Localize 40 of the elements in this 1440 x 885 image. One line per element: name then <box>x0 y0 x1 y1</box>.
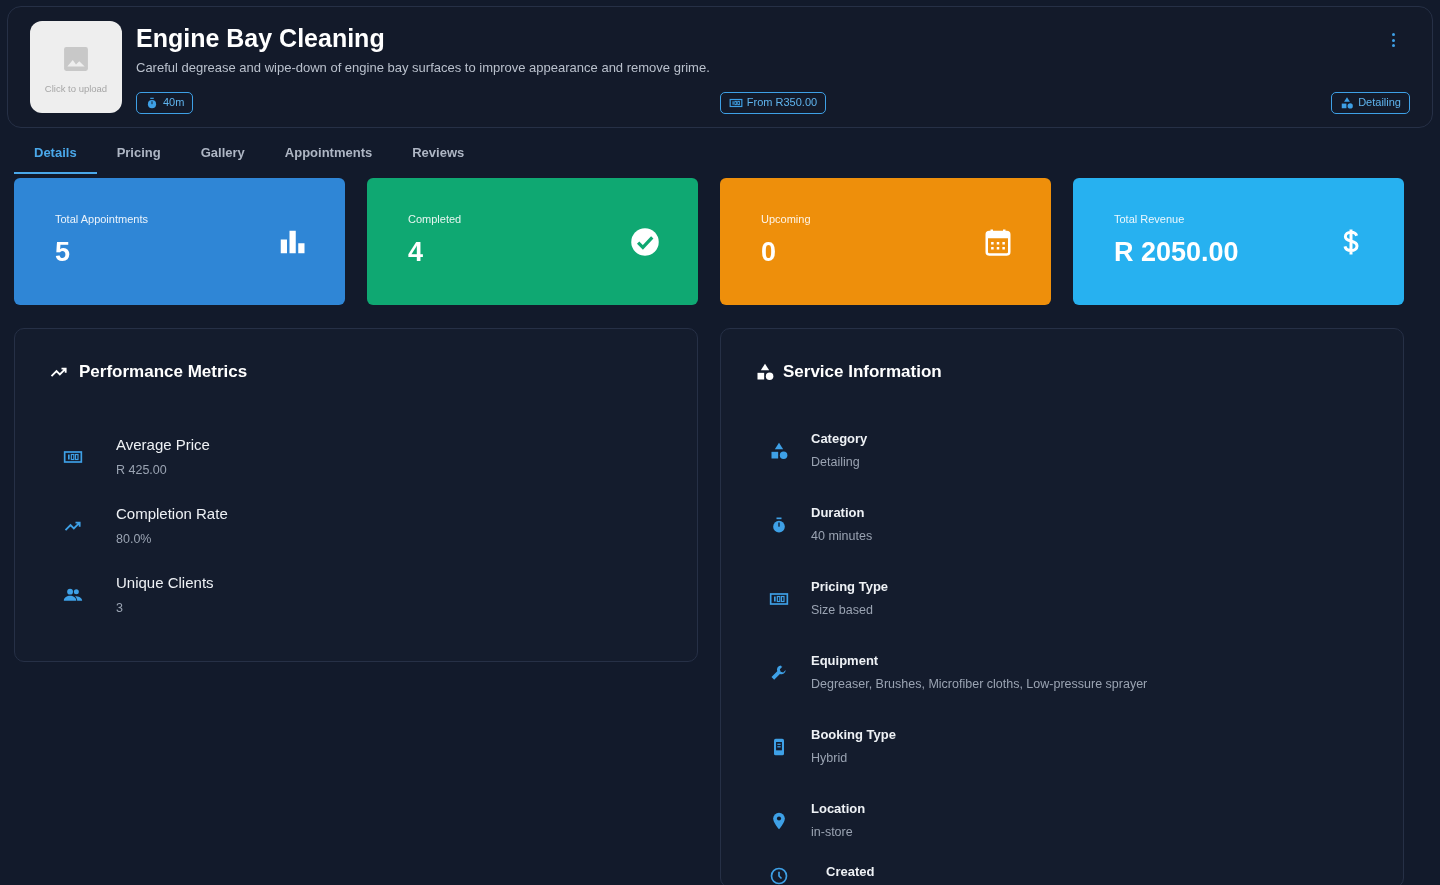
tab[interactable]: Gallery <box>180 136 265 174</box>
tag-chip: From R350.00 <box>719 91 827 114</box>
info-value: Size based <box>811 602 874 620</box>
tag-chip: 40m <box>136 91 194 114</box>
stat-value: 4 <box>408 235 425 269</box>
stat-label: Completed <box>408 212 462 227</box>
tab[interactable]: Details <box>14 136 97 174</box>
info-label: Average Price <box>116 434 210 455</box>
info-label: Category <box>811 429 868 448</box>
info-value: in-store <box>811 824 854 842</box>
tab[interactable]: Reviews <box>392 136 485 174</box>
info-label: Completion Rate <box>116 503 228 524</box>
info-value: 40 minutes <box>811 528 873 546</box>
panel-title: Service Information <box>783 361 942 383</box>
info-value: Degreaser, Brushes, Microfiber cloths, Low-pressure sprayer <box>811 676 1148 694</box>
panel-title: Performance Metrics <box>79 361 248 383</box>
service-title: Engine Bay Cleaning <box>136 23 385 54</box>
service-description: Careful degrease and wipe-down of engine bay surfaces to improve appearance and remove grime. <box>136 59 711 77</box>
info-value: Detailing <box>811 454 861 472</box>
info-label: Location <box>811 799 866 818</box>
stat-value: 5 <box>55 235 72 269</box>
info-value: 3 <box>116 600 124 618</box>
info-value: 80.0% <box>116 531 153 549</box>
info-label: Pricing Type <box>811 577 889 596</box>
info-label: Created <box>826 862 875 881</box>
stat-label: Total Appointments <box>55 212 148 227</box>
stat-value: R 2050.00 <box>1114 235 1239 269</box>
info-label: Booking Type <box>811 725 896 744</box>
tag-chip: Detailing <box>1331 91 1410 114</box>
info-label: Equipment <box>811 651 880 670</box>
stat-label: Upcoming <box>761 212 811 227</box>
stat-value: 0 <box>761 235 778 269</box>
tab[interactable]: Appointments <box>264 136 393 174</box>
stat-label: Total Revenue <box>1114 212 1186 227</box>
tab[interactable]: Pricing <box>96 136 181 174</box>
info-label: Unique Clients <box>116 572 214 593</box>
info-label: Duration <box>811 503 866 522</box>
info-value: Hybrid <box>811 750 849 768</box>
upload-label: Click to upload <box>44 81 108 96</box>
info-value: R 425.00 <box>116 462 168 480</box>
